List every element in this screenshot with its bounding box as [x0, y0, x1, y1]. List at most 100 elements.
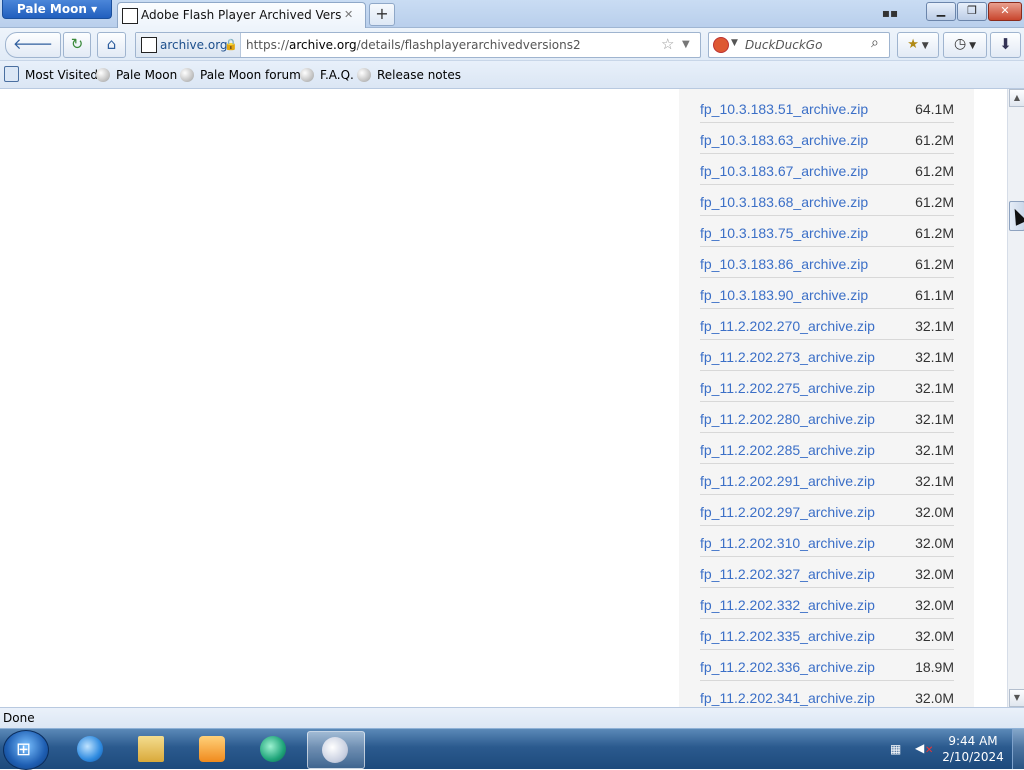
url-bar[interactable]: archive.org 🔒 https://archive.org/detail… [135, 32, 701, 58]
tab-title: Adobe Flash Player Archived Versions : [141, 8, 341, 22]
duckduckgo-icon[interactable] [713, 37, 729, 53]
reload-button[interactable]: ↻ [63, 32, 91, 58]
taskbar-media-player[interactable] [185, 731, 239, 767]
clock-icon: ◷ [953, 36, 967, 52]
table-row: fp_11.2.202.310_archive.zip 32.0M [700, 526, 954, 557]
file-download-link[interactable]: fp_11.2.202.275_archive.zip [700, 380, 875, 397]
scroll-down-icon[interactable]: ▼ [1009, 689, 1024, 707]
table-row: fp_10.3.183.63_archive.zip 61.2M [700, 123, 954, 154]
file-download-link[interactable]: fp_11.2.202.285_archive.zip [700, 442, 875, 459]
show-desktop-button[interactable] [1012, 729, 1024, 769]
bookmark-release-notes[interactable]: Release notes [357, 66, 461, 84]
file-download-link[interactable]: fp_11.2.202.332_archive.zip [700, 597, 875, 614]
site-identity-button[interactable]: archive.org 🔒 [136, 33, 241, 57]
bookmark-star-icon[interactable]: ☆ [661, 36, 674, 53]
taskbar-app[interactable] [246, 731, 300, 767]
file-download-link[interactable]: fp_11.2.202.341_archive.zip [700, 690, 875, 707]
file-download-link[interactable]: fp_11.2.202.270_archive.zip [700, 318, 875, 335]
media-player-icon [199, 736, 225, 762]
back-forward-group[interactable]: 🡐 🡒 [5, 32, 61, 76]
new-tab-button[interactable]: + [369, 3, 395, 26]
search-input[interactable]: DuckDuckGo [745, 37, 822, 53]
vertical-scrollbar[interactable]: ▲ ▼ [1007, 89, 1024, 707]
bookmark-most-visited[interactable]: Most Visited [4, 66, 98, 84]
tab-close-icon[interactable]: ✕ [344, 7, 358, 23]
reload-icon: ↻ [70, 35, 84, 53]
back-arrow-icon[interactable]: 🡐 [13, 35, 53, 53]
search-engine-dropdown-icon[interactable]: ▼ [731, 38, 738, 48]
url-path: /details/flashplayerarchivedversions2 [356, 38, 581, 52]
url-history-dropdown-icon[interactable]: ▼ [682, 38, 690, 52]
bookmark-label: Most Visited [25, 68, 99, 82]
url-host: archive.org [289, 38, 357, 52]
file-download-link[interactable]: fp_11.2.202.327_archive.zip [700, 566, 875, 583]
file-download-link[interactable]: fp_11.2.202.291_archive.zip [700, 473, 875, 490]
tab-list-icon[interactable]: ▪▪ [881, 5, 899, 21]
restore-button[interactable]: ❐ [957, 2, 987, 21]
file-download-link[interactable]: fp_11.2.202.336_archive.zip [700, 659, 875, 676]
downloads-button[interactable]: ⬇ [990, 32, 1021, 58]
search-bar[interactable]: ▼ DuckDuckGo ⌕ [708, 32, 890, 58]
file-download-link[interactable]: fp_10.3.183.90_archive.zip [700, 287, 868, 304]
archive-favicon-icon [122, 8, 138, 24]
table-row: fp_11.2.202.291_archive.zip 32.1M [700, 464, 954, 495]
file-download-link[interactable]: fp_10.3.183.67_archive.zip [700, 163, 868, 180]
file-size: 32.0M [915, 566, 954, 582]
tab-bar: Pale Moon ▾ Adobe Flash Player Archived … [0, 0, 1024, 28]
scroll-up-icon[interactable]: ▲ [1009, 89, 1024, 107]
app-menu-label: Pale Moon [16, 2, 87, 16]
table-row: fp_10.3.183.86_archive.zip 61.2M [700, 247, 954, 278]
bookmark-pale-moon-forum[interactable]: Pale Moon forum [180, 66, 301, 84]
table-row: fp_11.2.202.285_archive.zip 32.1M [700, 433, 954, 464]
file-download-link[interactable]: fp_11.2.202.297_archive.zip [700, 504, 875, 521]
table-row: fp_10.3.183.68_archive.zip 61.2M [700, 185, 954, 216]
table-row: fp_10.3.183.75_archive.zip 61.2M [700, 216, 954, 247]
file-size: 61.2M [915, 256, 954, 272]
file-download-link[interactable]: fp_11.2.202.310_archive.zip [700, 535, 875, 552]
globe-icon [357, 68, 371, 82]
network-icon[interactable]: ▦ [890, 742, 906, 756]
app-icon [260, 736, 286, 762]
taskbar-internet-explorer[interactable] [63, 731, 117, 767]
taskbar-file-explorer[interactable] [124, 731, 178, 767]
bookmark-faq[interactable]: F.A.Q. [300, 66, 354, 84]
clock-date[interactable]: 2/10/2024 [942, 750, 1004, 765]
file-size: 32.0M [915, 504, 954, 520]
lock-icon: 🔒 [224, 38, 238, 51]
file-download-link[interactable]: fp_10.3.183.75_archive.zip [700, 225, 868, 242]
taskbar-pale-moon[interactable] [307, 731, 365, 769]
table-row: fp_11.2.202.297_archive.zip 32.0M [700, 495, 954, 526]
download-files-panel: fp_10.3.183.51_archive.zip 64.1M fp_10.3.1… [679, 89, 974, 707]
file-size: 61.2M [915, 225, 954, 241]
table-row: fp_11.2.202.335_archive.zip 32.0M [700, 619, 954, 650]
magnifier-icon[interactable]: ⌕ [871, 35, 879, 51]
history-button[interactable]: ◷ ▼ [943, 32, 987, 58]
file-download-link[interactable]: fp_11.2.202.273_archive.zip [700, 349, 875, 366]
file-download-link[interactable]: fp_11.2.202.280_archive.zip [700, 411, 875, 428]
file-size: 32.1M [915, 442, 954, 458]
file-download-link[interactable]: fp_10.3.183.63_archive.zip [700, 132, 868, 149]
table-row: fp_11.2.202.341_archive.zip 32.0M [700, 681, 954, 707]
globe-icon [96, 68, 110, 82]
bookmarks-menu-button[interactable]: ★ ▼ [897, 32, 939, 58]
home-button[interactable]: ⌂ [97, 32, 126, 58]
close-window-button[interactable]: ✕ [988, 2, 1022, 21]
file-download-link[interactable]: fp_10.3.183.68_archive.zip [700, 194, 868, 211]
home-icon: ⌂ [106, 35, 117, 53]
file-download-link[interactable]: fp_10.3.183.51_archive.zip [700, 101, 868, 118]
bookmark-label: Pale Moon [116, 68, 178, 82]
url-prefix: https:// [246, 38, 290, 52]
minimize-button[interactable]: ▁ [926, 2, 956, 21]
page-content: fp_10.3.183.51_archive.zip 64.1M fp_10.3.1… [0, 89, 1007, 707]
status-text: Done [3, 711, 35, 725]
tab-active[interactable]: Adobe Flash Player Archived Versions : ✕ [117, 2, 366, 28]
start-button[interactable]: ⊞ [3, 730, 49, 770]
bookmark-pale-moon[interactable]: Pale Moon [96, 66, 177, 84]
file-download-link[interactable]: fp_10.3.183.86_archive.zip [700, 256, 868, 273]
file-size: 32.1M [915, 380, 954, 396]
file-size: 32.1M [915, 473, 954, 489]
file-download-link[interactable]: fp_11.2.202.335_archive.zip [700, 628, 875, 645]
url-text[interactable]: https://archive.org/details/flashplayera… [246, 37, 581, 53]
app-menu-button[interactable]: Pale Moon ▾ [2, 0, 112, 19]
clock-time[interactable]: 9:44 AM [946, 734, 1000, 749]
